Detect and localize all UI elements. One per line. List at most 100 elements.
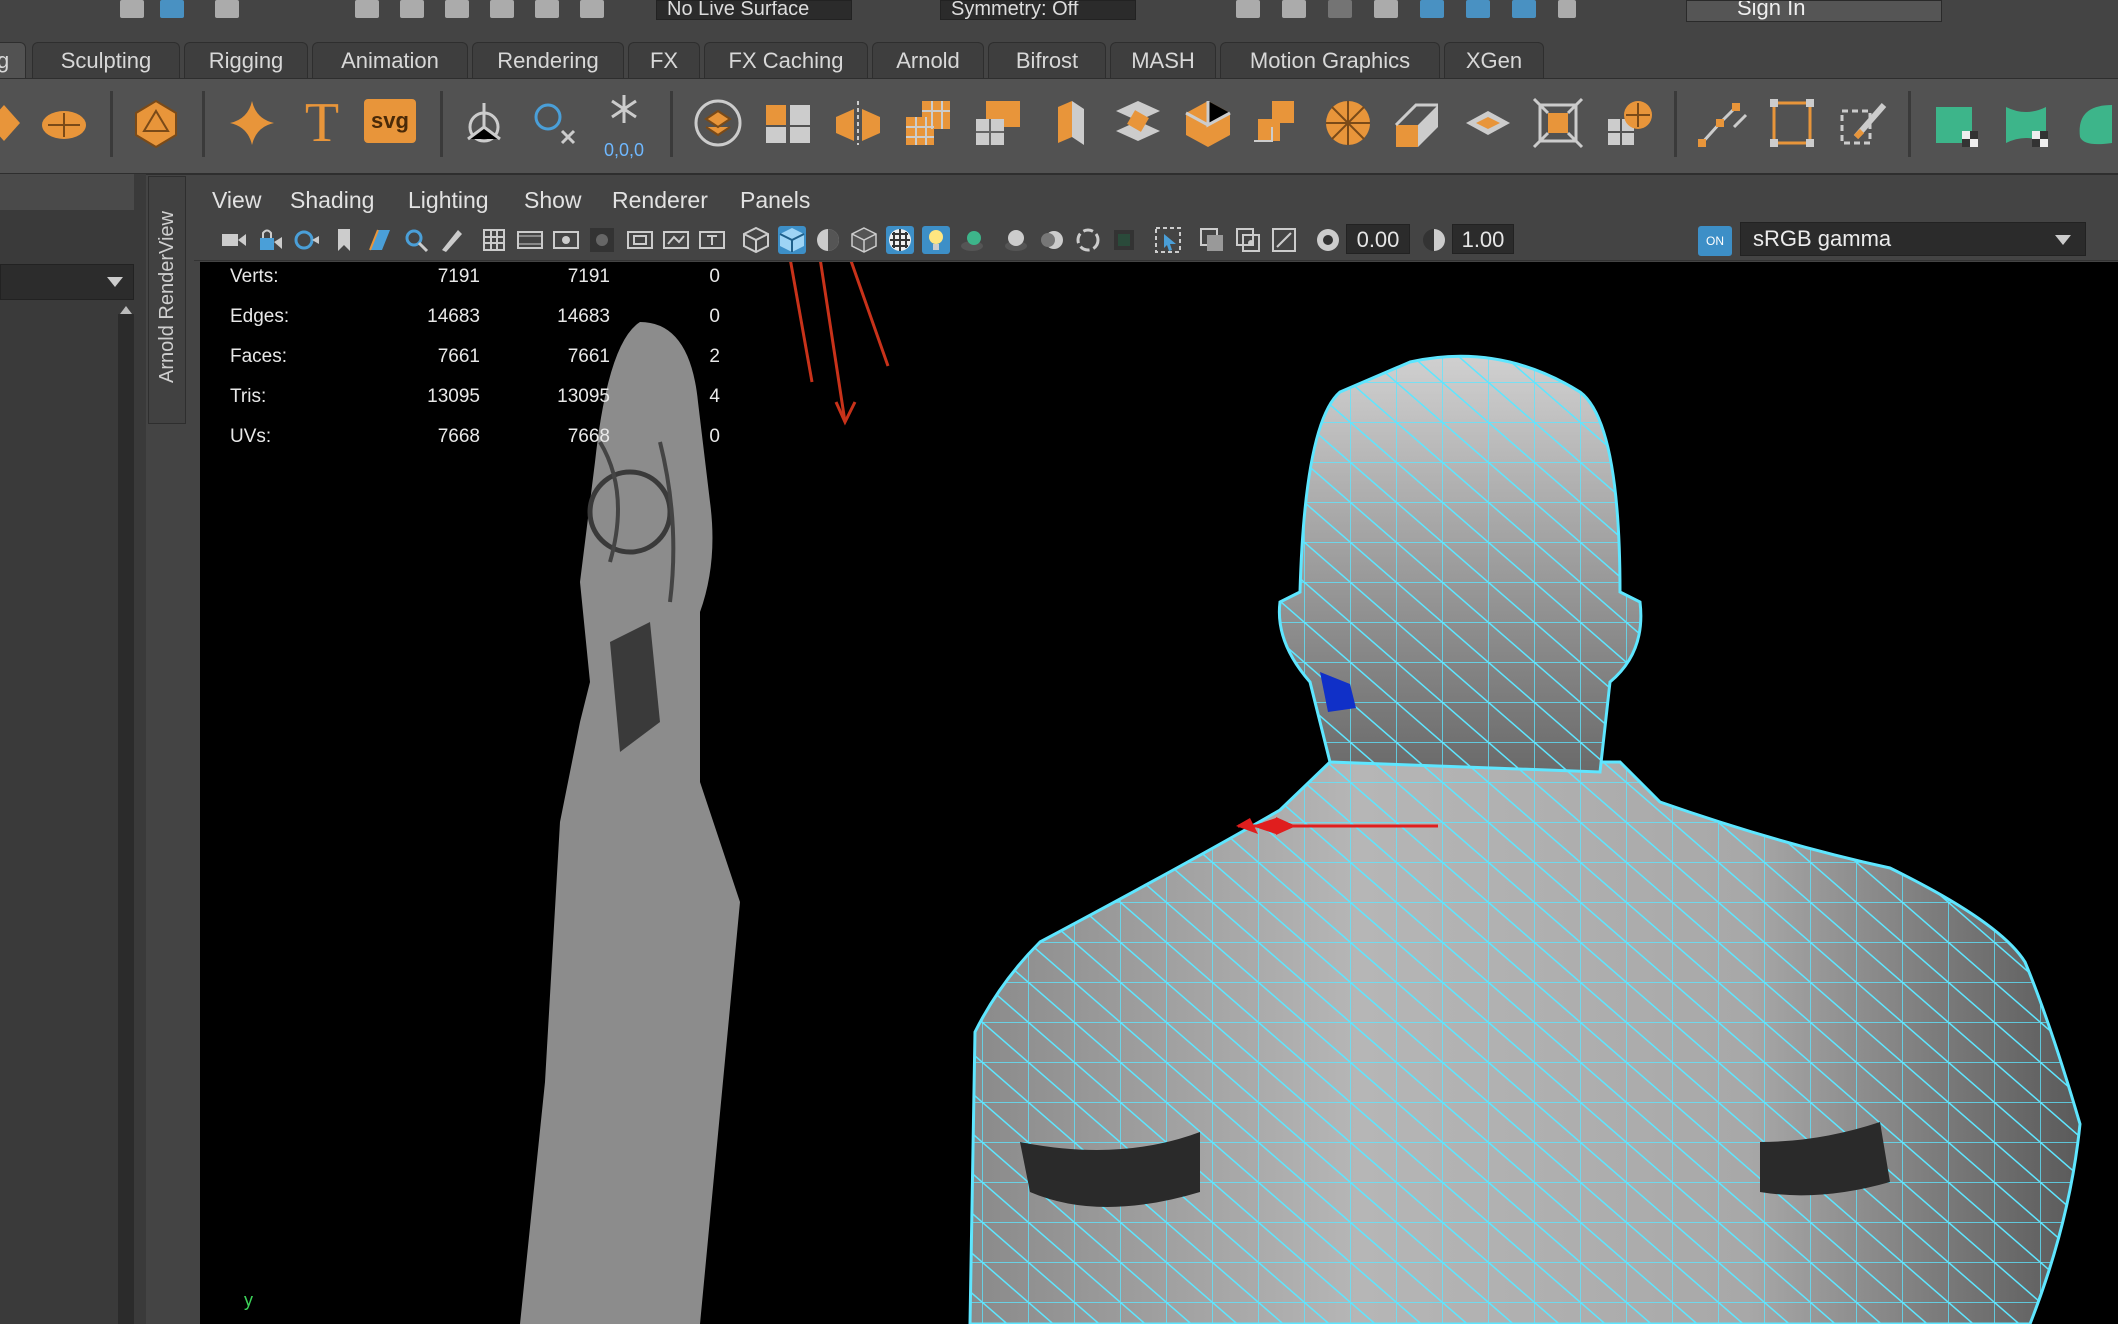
tab-sculpting[interactable]: Sculpting xyxy=(32,42,180,78)
sculpt-tool-icon[interactable] xyxy=(1932,97,1984,149)
use-all-lights-icon[interactable] xyxy=(922,226,950,254)
snap-curve-icon[interactable] xyxy=(400,0,424,18)
gate-mask-icon[interactable] xyxy=(588,226,616,254)
safe-title-icon[interactable] xyxy=(698,226,726,254)
planar-map-icon[interactable] xyxy=(1766,97,1818,149)
platonic-solid-icon[interactable] xyxy=(130,97,182,149)
live-surface-field[interactable]: No Live Surface xyxy=(656,0,852,20)
textured-icon[interactable] xyxy=(886,226,914,254)
mirror-icon[interactable] xyxy=(832,97,884,149)
relax-sculpt-icon[interactable] xyxy=(2072,97,2118,149)
reset-transforms-icon[interactable] xyxy=(598,87,650,139)
menu-shading[interactable]: Shading xyxy=(290,180,374,220)
resolution-gate-icon[interactable] xyxy=(552,226,580,254)
snap-view-icon[interactable] xyxy=(490,0,514,18)
bevel-icon[interactable] xyxy=(1182,97,1234,149)
cut-uv-icon[interactable] xyxy=(1836,97,1888,149)
lasso-select-icon[interactable] xyxy=(160,0,184,18)
tab-animation[interactable]: Animation xyxy=(312,42,468,78)
snap-grid-icon[interactable] xyxy=(355,0,379,18)
bridge-icon[interactable] xyxy=(1112,97,1164,149)
target-weld-icon[interactable] xyxy=(1392,97,1444,149)
ipr-icon[interactable] xyxy=(1328,0,1352,18)
gamma-icon[interactable] xyxy=(1420,226,1448,254)
boolean-icon[interactable] xyxy=(1252,97,1304,149)
tab-mash[interactable]: MASH xyxy=(1110,42,1216,78)
extrude-icon[interactable] xyxy=(1042,97,1094,149)
render-view-icon[interactable] xyxy=(1236,0,1260,18)
polygon-disc-icon[interactable] xyxy=(38,97,90,149)
lock-camera-icon[interactable] xyxy=(256,226,284,254)
multi-cut-icon[interactable] xyxy=(1322,97,1374,149)
freeze-transforms-icon[interactable] xyxy=(528,97,580,149)
center-pivot-icon[interactable] xyxy=(458,97,510,149)
polygon-cone-icon[interactable] xyxy=(0,97,30,149)
camera-attributes-icon[interactable] xyxy=(292,226,320,254)
insert-loop-icon[interactable] xyxy=(1532,97,1584,149)
left-panel-dropdown[interactable] xyxy=(0,264,134,300)
smooth-shade-icon[interactable] xyxy=(778,226,806,254)
menu-lighting[interactable]: Lighting xyxy=(408,180,489,220)
xray-icon[interactable] xyxy=(1198,226,1226,254)
arnold-renderview-tab[interactable]: Arnold RenderView xyxy=(148,176,186,424)
select-camera-icon[interactable] xyxy=(220,226,248,254)
xray-joints-icon[interactable] xyxy=(1234,226,1262,254)
menu-panels[interactable]: Panels xyxy=(740,180,810,220)
field-chart-icon[interactable] xyxy=(626,226,654,254)
exposure-icon[interactable] xyxy=(1314,226,1342,254)
super-shape-icon[interactable] xyxy=(226,97,278,149)
wireframe-on-shaded-icon[interactable] xyxy=(850,226,878,254)
pause-icon[interactable] xyxy=(1558,0,1576,18)
render-frame-icon[interactable] xyxy=(1282,0,1306,18)
tab-arnold[interactable]: Arnold xyxy=(872,42,984,78)
tab-fx-caching[interactable]: FX Caching xyxy=(704,42,868,78)
hypershade-icon[interactable] xyxy=(1420,0,1444,18)
select-tool-icon[interactable] xyxy=(120,0,144,18)
svg-tool-icon[interactable]: svg xyxy=(364,99,416,143)
grid-icon[interactable] xyxy=(480,226,508,254)
gamma-field[interactable]: 1.00 xyxy=(1452,224,1514,254)
left-panel-scrollbar[interactable] xyxy=(118,306,134,1324)
quad-draw-icon[interactable] xyxy=(1462,97,1514,149)
screen-space-ao-icon[interactable] xyxy=(1002,226,1030,254)
light-editor-icon[interactable] xyxy=(1466,0,1490,18)
anti-aliasing-icon[interactable] xyxy=(1074,226,1102,254)
film-gate-icon[interactable] xyxy=(516,226,544,254)
menu-view[interactable]: View xyxy=(212,180,261,220)
uv-editor-icon[interactable] xyxy=(1696,97,1748,149)
color-management-toggle[interactable]: ON xyxy=(1698,226,1732,256)
motion-blur-icon[interactable] xyxy=(1038,226,1066,254)
menu-renderer[interactable]: Renderer xyxy=(612,180,708,220)
bookmark-icon[interactable] xyxy=(330,226,358,254)
render-settings-icon[interactable] xyxy=(1374,0,1398,18)
offset-edge-loop-icon[interactable] xyxy=(1602,97,1654,149)
reduce-icon[interactable] xyxy=(972,97,1024,149)
tab-bifrost[interactable]: Bifrost xyxy=(988,42,1106,78)
xray-active-components-icon[interactable] xyxy=(1270,226,1298,254)
view-transform-dropdown[interactable]: sRGB gamma xyxy=(1740,222,2086,256)
exposure-field[interactable]: 0.00 xyxy=(1346,224,1410,254)
default-material-icon[interactable] xyxy=(814,226,842,254)
depth-of-field-icon[interactable] xyxy=(1110,226,1138,254)
smooth-sculpt-icon[interactable] xyxy=(2002,97,2054,149)
grease-pencil-icon[interactable] xyxy=(438,226,466,254)
snap-magnet-icon[interactable] xyxy=(580,0,604,18)
tab-modeling[interactable]: g xyxy=(0,42,26,78)
isolate-select-icon[interactable] xyxy=(1154,226,1182,254)
tab-fx[interactable]: FX xyxy=(628,42,700,78)
tab-rendering[interactable]: Rendering xyxy=(472,42,624,78)
viewport-3d[interactable]: Verts: 7191 7191 0 Edges: 14683 14683 0 … xyxy=(200,262,2118,1324)
shadows-icon[interactable] xyxy=(958,226,986,254)
sign-in-button[interactable]: Sign In xyxy=(1686,0,1942,22)
snap-point-icon[interactable] xyxy=(445,0,469,18)
2d-pan-zoom-icon[interactable] xyxy=(402,226,430,254)
paint-select-icon[interactable] xyxy=(215,0,239,18)
scroll-up-icon[interactable] xyxy=(118,304,134,316)
tab-rigging[interactable]: Rigging xyxy=(184,42,308,78)
snap-surface-icon[interactable] xyxy=(535,0,559,18)
tab-motion-graphics[interactable]: Motion Graphics xyxy=(1220,42,1440,78)
wireframe-icon[interactable] xyxy=(742,226,770,254)
tab-xgen[interactable]: XGen xyxy=(1444,42,1544,78)
image-plane-icon[interactable] xyxy=(366,226,394,254)
safe-action-icon[interactable] xyxy=(662,226,690,254)
